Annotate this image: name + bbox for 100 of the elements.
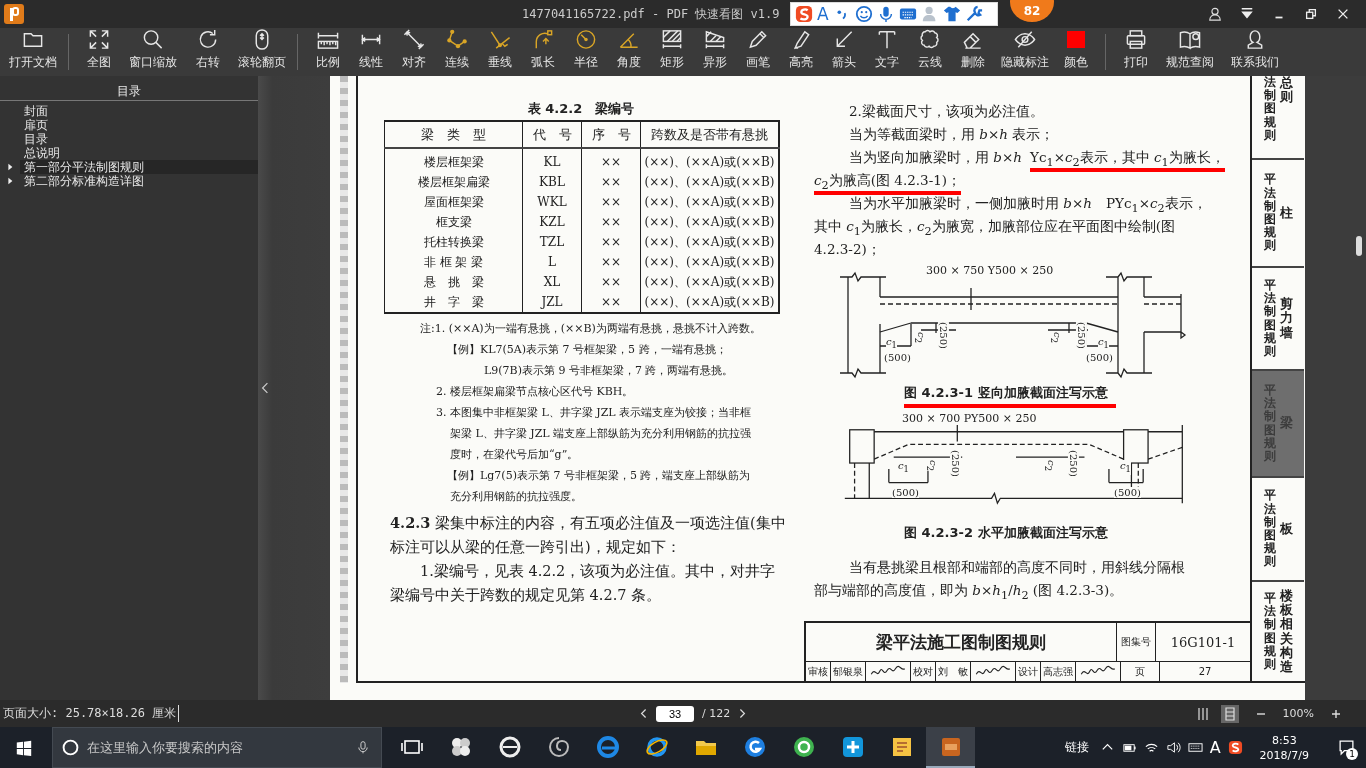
body-text: 标注可以从梁的任意一跨引出)，规定如下：: [390, 539, 681, 555]
title-block-cell: 校对: [911, 662, 936, 681]
next-page-icon[interactable]: [738, 708, 747, 719]
toolbar-button[interactable]: 云线: [908, 28, 951, 76]
toolbar-button[interactable]: 右转: [186, 28, 229, 76]
table-cell: 悬 挑 梁: [384, 272, 523, 292]
toolbar-button[interactable]: 比例: [306, 28, 349, 76]
toolbar-button[interactable]: 联系我们: [1228, 28, 1282, 76]
figure-caption: 图 4.2.3-2 水平加腋截面注写示意: [904, 524, 1109, 542]
toolbar-button[interactable]: 箭头: [822, 28, 865, 76]
table-cell: (××)、(××A)或(××B): [640, 232, 779, 252]
toolbar-button[interactable]: 文字: [865, 28, 908, 76]
zoom-in-icon[interactable]: [1330, 707, 1342, 720]
note-text: 2. 楼层框架扁梁节点核心区代号 KBH。: [436, 385, 634, 398]
table-cell: 屋面框架梁: [384, 192, 523, 212]
smiley-icon[interactable]: [854, 5, 873, 23]
search-field[interactable]: 在这里输入你要搜索的内容: [52, 727, 382, 768]
toolbar-button[interactable]: 全图: [77, 28, 120, 76]
ime-mode-toggle[interactable]: A: [817, 5, 829, 23]
body-text: 4.2.3-2)；: [814, 241, 881, 257]
toolbar-button[interactable]: 异形: [693, 28, 736, 76]
account-icon[interactable]: [1208, 7, 1222, 21]
toolbar-button[interactable]: 连续: [435, 28, 478, 76]
table-cell: 框支梁: [384, 212, 523, 232]
title-block-cell: 页: [1121, 662, 1160, 681]
toolbar-button[interactable]: 角度: [607, 28, 650, 76]
note-text: 充分利用钢筋的抗拉强度。: [450, 490, 582, 503]
clock-date: 2018/7/9: [1259, 747, 1309, 763]
toolbar-button[interactable]: 规范查阅: [1163, 28, 1217, 76]
toolbar-button[interactable]: 弧长: [521, 28, 564, 76]
expand-arrow-icon[interactable]: [6, 163, 14, 171]
expand-arrow-icon[interactable]: [6, 177, 14, 185]
toolbar-button[interactable]: 画笔: [736, 28, 779, 76]
microphone-icon[interactable]: [358, 740, 368, 755]
plus-app-icon: [840, 734, 865, 759]
outline-item[interactable]: 目录: [0, 132, 258, 146]
toolbar-button[interactable]: 打印: [1114, 28, 1157, 76]
single-page-view-icon[interactable]: [1220, 704, 1239, 723]
dimension-label: (500): [884, 352, 911, 363]
browser-icon: [742, 734, 767, 759]
note-text: 度时，在梁代号后加“g”。: [450, 448, 579, 461]
toolbar-button[interactable]: 矩形: [650, 28, 693, 76]
toolbar-button[interactable]: 线性: [349, 28, 392, 76]
restore-icon[interactable]: [1304, 7, 1318, 21]
body-text: 部与端部的高度值，即为 b×h$_{1}$/h$_{2}$ (图 4.2.3-3)。: [814, 582, 1124, 598]
spiral-icon: [546, 734, 571, 759]
outline-item[interactable]: 第二部分标准构造详图: [0, 174, 258, 188]
close-icon[interactable]: [1336, 7, 1350, 21]
toolbar-button[interactable]: 半径: [564, 28, 607, 76]
body-text: 1.梁编号，见表 4.2.2，该项为必注值。其中，对井字: [420, 563, 776, 579]
dimension-label: c$_{1}$: [1120, 460, 1131, 475]
note-text: 注:1. (××A)为一端有悬挑，(××B)为两端有悬挑，悬挑不计入跨数。: [420, 322, 761, 335]
toolbar-button[interactable]: 滚轮翻页: [235, 28, 289, 76]
dimension-label: (500): [1086, 352, 1113, 363]
dropdown-icon[interactable]: [1240, 7, 1254, 21]
table-cell: ××: [581, 252, 641, 272]
figure-caption: 图 4.2.3-1 竖向加腋截面注写示意: [904, 384, 1116, 408]
previous-page-icon[interactable]: [640, 708, 648, 719]
toolbar-button[interactable]: 删除: [951, 28, 994, 76]
toolbar-button[interactable]: 打开文档: [6, 28, 60, 76]
toolbar-button[interactable]: 隐藏标注: [998, 28, 1052, 76]
diagonal-dimension-icon: [401, 28, 426, 51]
title-block-cell: 刘 敏: [936, 662, 971, 681]
dimension-label: (250): [949, 450, 961, 477]
links-toolbar[interactable]: 链接: [1064, 739, 1089, 756]
toolbar-button[interactable]: 颜色: [1054, 28, 1097, 76]
toolbar-button[interactable]: 垂线: [478, 28, 521, 76]
table-cell: (××)、(××A)或(××B): [640, 252, 779, 272]
keyboard-icon[interactable]: [1187, 740, 1203, 755]
start-icon[interactable]: [15, 738, 33, 757]
body-text: Yc$_{1}$×c$_{2}$表示，其中 c$_{1}$为腋长，: [1029, 149, 1225, 172]
toolbar-button[interactable]: 窗口缩放: [126, 28, 180, 76]
message-icon: [1337, 739, 1355, 756]
body-text: 4.2.3 梁集中标注的内容，有五项必注值及一项选注值(集中: [390, 515, 786, 531]
table-cell: (××)、(××A)或(××B): [640, 172, 779, 192]
polyline-icon: [444, 28, 469, 51]
body-text: 其中 c$_{1}$为腋长，c$_{2}$为腋宽，加腋部位应在平面图中绘制(图: [814, 218, 1176, 234]
wrench-icon[interactable]: [964, 5, 983, 23]
toolbar-button[interactable]: 高亮: [779, 28, 822, 76]
logo-icon[interactable]: [1227, 740, 1243, 755]
page-field[interactable]: 33: [656, 705, 694, 722]
toolbar-button[interactable]: 对齐: [392, 28, 435, 76]
table-cell: ××: [581, 192, 641, 212]
collapse-sidebar-icon[interactable]: [261, 381, 269, 395]
input-mode-indicator[interactable]: A: [1209, 738, 1221, 757]
table-cell: 非 框 架 梁: [384, 252, 523, 272]
scrollbar-thumb[interactable]: [1356, 236, 1362, 256]
body-text: 梁编号中关于跨数的规定见第 4.2.7 条。: [390, 587, 662, 603]
outline-item[interactable]: 扉页: [0, 118, 258, 132]
table-cell: (××)、(××A)或(××B): [640, 272, 779, 292]
table-cell: JZL: [522, 292, 582, 313]
outline-item[interactable]: 总说明: [0, 146, 258, 160]
title-block-cell: 高志强: [1041, 662, 1076, 681]
shirt-icon[interactable]: [942, 5, 961, 23]
dimension-label: (250): [1067, 450, 1079, 477]
volume-icon[interactable]: [1165, 740, 1181, 755]
outline-item[interactable]: 封面: [0, 104, 258, 118]
magnifier-icon: [141, 28, 165, 51]
notifications-button[interactable]: 1: [1326, 727, 1366, 768]
dimension-label: (250): [937, 322, 949, 349]
